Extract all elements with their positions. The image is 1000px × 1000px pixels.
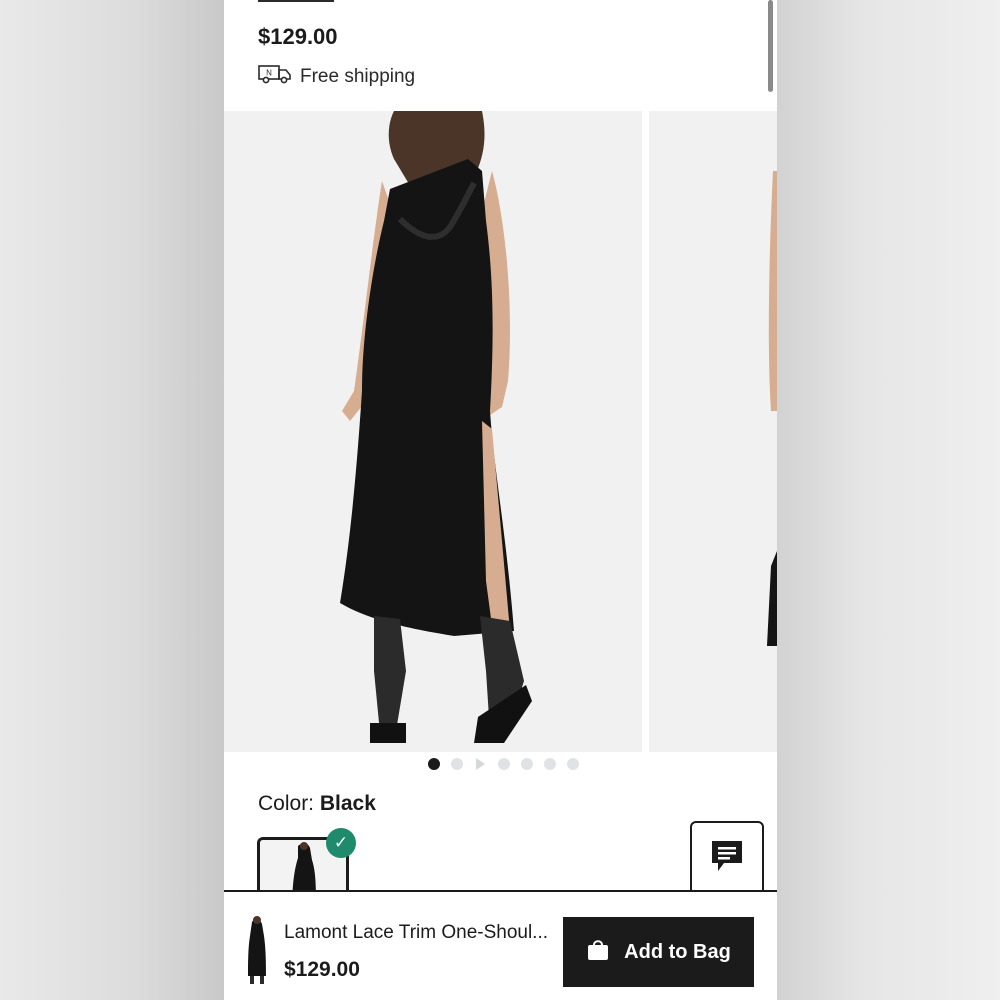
chat-button[interactable]: [690, 821, 764, 895]
section-divider: [258, 0, 334, 2]
pagination-dot[interactable]: [498, 758, 510, 770]
carousel-pagination: [428, 758, 579, 770]
play-icon[interactable]: [476, 758, 485, 770]
shipping-info: N Free shipping: [258, 64, 415, 90]
svg-text:N: N: [266, 69, 272, 78]
checkmark-icon: ✓: [326, 828, 356, 858]
blurred-backdrop-left: [0, 0, 224, 1000]
product-image-next[interactable]: [649, 111, 777, 752]
bottom-bar-price: $129.00: [284, 958, 360, 981]
chat-icon: [710, 839, 744, 878]
product-image-main[interactable]: [224, 111, 642, 752]
scrollbar[interactable]: [768, 0, 773, 92]
blurred-backdrop-right: [777, 0, 1000, 1000]
add-to-bag-label: Add to Bag: [624, 940, 731, 963]
selected-color-value: Black: [319, 792, 376, 815]
shopping-bag-icon: [586, 937, 610, 967]
pagination-dot[interactable]: [544, 758, 556, 770]
delivery-truck-icon: N: [258, 64, 292, 90]
color-label: Color: Black: [258, 792, 376, 816]
pagination-dot[interactable]: [451, 758, 463, 770]
product-price: $129.00: [258, 24, 338, 49]
product-title: Lamont Lace Trim One-Shoul...: [284, 922, 549, 943]
product-page: $129.00 N Free shipping Color: Black ✓ L…: [224, 0, 777, 1000]
pagination-dot[interactable]: [521, 758, 533, 770]
pagination-dot-active[interactable]: [428, 758, 440, 770]
color-label-prefix: Color:: [258, 792, 320, 815]
sticky-add-to-bag-bar: Lamont Lace Trim One-Shoul... $129.00 Ad…: [224, 890, 777, 1000]
add-to-bag-button[interactable]: Add to Bag: [563, 917, 754, 987]
product-thumbnail: [238, 914, 274, 986]
shipping-text: Free shipping: [300, 66, 416, 87]
pagination-dot[interactable]: [567, 758, 579, 770]
product-image-carousel[interactable]: [224, 111, 777, 752]
